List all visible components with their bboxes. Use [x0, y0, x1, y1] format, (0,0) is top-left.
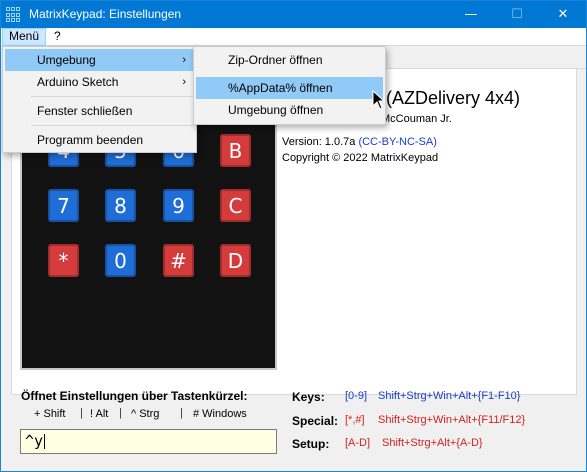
keypad-key: D [220, 244, 251, 277]
window-title: MatrixKeypad: Einstellungen [29, 7, 182, 21]
setup-range: [A-D] [345, 437, 371, 449]
submenu-item-zip-ordner[interactable]: Zip-Ordner öffnen [196, 49, 383, 71]
menu-bar: Menü ? [1, 28, 586, 46]
author-text: McCouman Jr. [381, 113, 452, 125]
modifier-windows: # Windows [193, 408, 247, 420]
shortcut-label: Öffnet Einstellungen über Tastenkürzel: [21, 389, 248, 403]
setup-label: Setup: [292, 437, 330, 451]
title-bar[interactable]: MatrixKeypad: Einstellungen — ☐ ✕ [1, 1, 586, 28]
submenu-item-umgebung-oeffnen[interactable]: Umgebung öffnen [196, 99, 383, 121]
keys-range: [0-9] [345, 390, 368, 402]
menu-separator [31, 125, 194, 126]
minimize-button[interactable]: — [448, 1, 494, 28]
hotkey-value: ^y [25, 432, 44, 450]
menu-item-label: Arduino Sketch [37, 75, 119, 89]
tab-strip [384, 47, 586, 69]
modifier-strg: ^ Strg [131, 408, 160, 420]
version-text: Version: 1.0.7a (CC-BY-NC-SA) [282, 136, 437, 148]
menu-item-umgebung[interactable]: Umgebung › [5, 49, 194, 71]
keypad-key: * [48, 244, 79, 277]
close-button[interactable]: ✕ [540, 1, 586, 28]
special-combo: Shift+Strg+Win+Alt+{F11/F12} [378, 414, 526, 426]
menu-item-fenster-schliessen[interactable]: Fenster schließen [5, 100, 194, 122]
keypad-key: 8 [105, 189, 136, 222]
hotkey-input[interactable]: ^y [20, 429, 277, 454]
menu-menue[interactable]: Menü [2, 28, 47, 46]
keys-combo: Shift+Strg+Win+Alt+{F1-F10} [378, 390, 521, 402]
menu-item-label: Umgebung [37, 53, 96, 67]
keypad-key: B [220, 134, 251, 167]
modifier-alt: ! Alt [90, 408, 109, 420]
keys-label: Keys: [292, 390, 325, 404]
menu-separator [31, 96, 194, 97]
menu-help[interactable]: ? [48, 28, 67, 46]
keypad-key: 0 [105, 244, 136, 277]
keypad-key: 9 [163, 189, 194, 222]
text-cursor [44, 434, 46, 449]
umgebung-submenu: Zip-Ordner öffnen %AppData% öffnen Umgeb… [193, 46, 386, 125]
chevron-right-icon: › [182, 54, 186, 66]
submenu-item-appdata[interactable]: %AppData% öffnen [196, 77, 383, 99]
menu-item-programm-beenden[interactable]: Programm beenden [5, 129, 194, 151]
modifier-shift: + Shift [34, 408, 66, 420]
settings-window: MatrixKeypad: Einstellungen — ☐ ✕ Menü ?… [0, 0, 587, 472]
keypad-key: 7 [48, 189, 79, 222]
modifier-separator: | [119, 407, 122, 419]
main-menu-dropdown: Umgebung › Arduino Sketch › Fenster schl… [2, 46, 197, 153]
maximize-button[interactable]: ☐ [494, 1, 540, 28]
modifier-separator: | [80, 407, 83, 419]
license-link[interactable]: (CC-BY-NC-SA) [358, 136, 436, 148]
keypad-key: # [163, 244, 194, 277]
special-label: Special: [292, 414, 339, 428]
modifier-separator: | [180, 407, 183, 419]
keypad-app-icon [6, 7, 22, 23]
mouse-pointer-icon [372, 90, 386, 110]
menu-item-arduino-sketch[interactable]: Arduino Sketch › [5, 71, 194, 93]
version-label: Version: 1.0.7a [282, 136, 359, 148]
keypad-key: C [220, 189, 251, 222]
special-range: [*,#] [345, 414, 365, 426]
setup-combo: Shift+Strg+Alt+{A-D} [382, 437, 483, 449]
copyright-text: Copyright © 2022 MatrixKeypad [282, 152, 439, 164]
chevron-right-icon: › [182, 76, 186, 88]
